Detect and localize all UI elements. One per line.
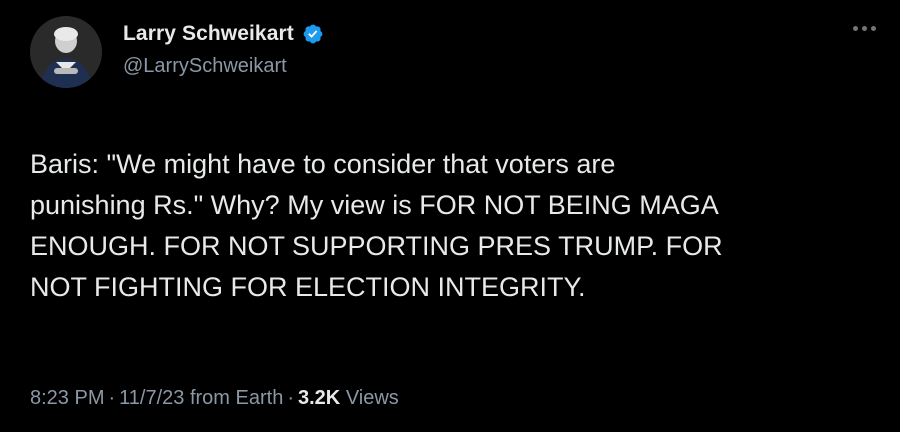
tweet-time[interactable]: 8:23 PM bbox=[30, 387, 104, 409]
more-horizontal-icon[interactable] bbox=[853, 26, 876, 31]
more-dot bbox=[862, 26, 867, 31]
author-name-row: Larry Schweikart bbox=[123, 22, 324, 46]
meta-separator: · bbox=[108, 387, 116, 409]
more-dot bbox=[853, 26, 858, 31]
avatar-image bbox=[30, 16, 102, 88]
views-label: Views bbox=[345, 387, 399, 409]
tweet-meta: 8:23 PM · 11/7/23 from Earth · 3.2K Views bbox=[30, 387, 399, 410]
views-count[interactable]: 3.2K bbox=[298, 387, 340, 409]
avatar[interactable] bbox=[30, 16, 102, 88]
meta-separator: · bbox=[287, 387, 294, 409]
author-handle[interactable]: @LarrySchweikart bbox=[123, 55, 287, 78]
tweet-date[interactable]: 11/7/23 bbox=[119, 387, 184, 409]
more-dot bbox=[871, 26, 876, 31]
tweet-source: from Earth bbox=[189, 387, 284, 409]
tweet-text: Baris: "We might have to consider that v… bbox=[30, 149, 723, 302]
author-display-name[interactable]: Larry Schweikart bbox=[123, 22, 294, 46]
verified-badge-icon bbox=[302, 23, 324, 45]
tweet-card: Larry Schweikart @LarrySchweikart Baris:… bbox=[0, 0, 900, 432]
